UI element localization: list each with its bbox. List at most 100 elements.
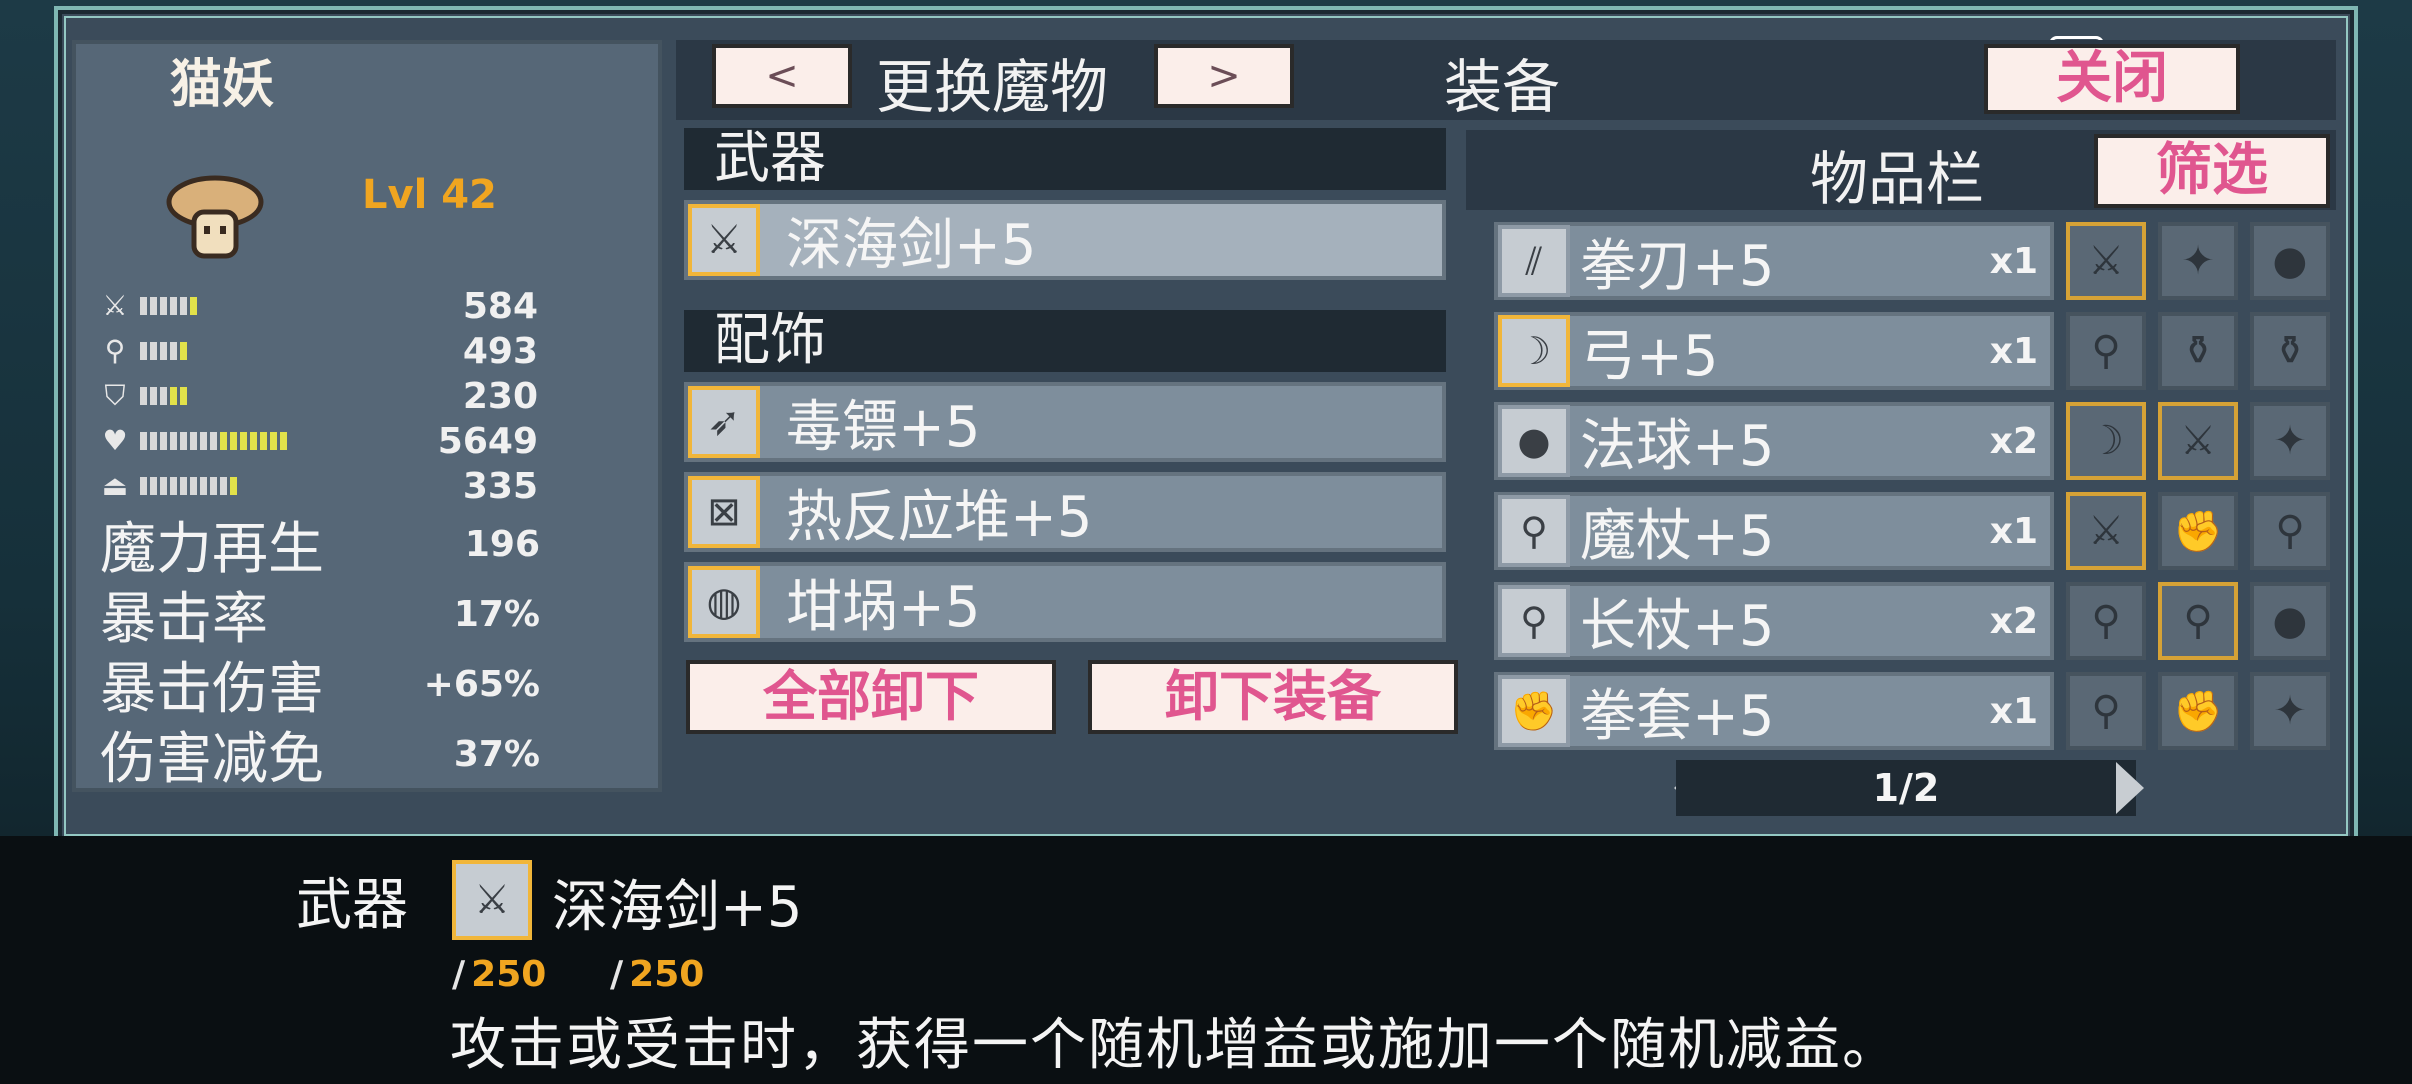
description-text: 攻击或受击时，获得一个随机增益或施加一个随机减益。 bbox=[450, 1013, 1900, 1078]
derived-stat-row: 暴击伤害 +65% bbox=[100, 650, 540, 722]
inventory-grid-cell[interactable]: ● bbox=[2250, 582, 2330, 660]
wand-icon: ⚲ bbox=[2091, 688, 2121, 734]
potion-icon: ⚱ bbox=[2273, 328, 2307, 374]
inventory-item-name: 魔杖+5 bbox=[1580, 503, 1775, 569]
derived-stat-label: 暴击伤害 bbox=[100, 656, 324, 722]
potion-icon: ⚱ bbox=[2181, 328, 2215, 374]
derived-stat-value: 17% bbox=[453, 593, 540, 635]
prev-monster-button[interactable]: < bbox=[712, 44, 852, 108]
inventory-title: 物品栏 bbox=[1810, 145, 1985, 213]
stat-value: 493 bbox=[462, 330, 538, 372]
next-monster-button[interactable]: > bbox=[1154, 44, 1294, 108]
derived-stat-value: 196 bbox=[464, 523, 540, 565]
stat-row: ♥ 5649 bbox=[98, 421, 538, 462]
filter-button[interactable]: 筛选 bbox=[2094, 134, 2330, 208]
inventory-grid-cell[interactable]: ● bbox=[2250, 222, 2330, 300]
unequip-all-button[interactable]: 全部卸下 bbox=[686, 660, 1056, 734]
inventory-grid-cell[interactable]: ⚲ bbox=[2158, 582, 2238, 660]
inventory-grid-cell[interactable]: ⚲ bbox=[2250, 492, 2330, 570]
inventory-grid-cell[interactable]: ⚔ bbox=[2158, 402, 2238, 480]
weapon-slot[interactable]: ⚔ 深海剑+5 bbox=[684, 200, 1446, 280]
inventory-grid-cell[interactable]: ✊ bbox=[2158, 672, 2238, 750]
wand-icon: ⚲ bbox=[2091, 328, 2121, 374]
inventory-grid-cell[interactable]: ☽ bbox=[2066, 402, 2146, 480]
inventory-grid-cell[interactable]: ✦ bbox=[2158, 222, 2238, 300]
dart-icon: ➶ bbox=[688, 386, 760, 458]
accessory-slot[interactable]: ⊠ 热反应堆+5 bbox=[684, 472, 1446, 552]
stat-value: 230 bbox=[462, 375, 538, 417]
inventory-item-count: x1 bbox=[1989, 330, 2038, 372]
inventory-grid-cell[interactable]: ⚱ bbox=[2250, 312, 2330, 390]
gauntlet-icon: ✊ bbox=[2173, 508, 2223, 555]
staff-icon: ⚲ bbox=[104, 334, 126, 367]
weapon-name: 深海剑+5 bbox=[786, 212, 1037, 278]
inventory-item[interactable]: ☽ 弓+5 x1 bbox=[1494, 312, 2054, 390]
staff-icon: ⚲ bbox=[2183, 598, 2213, 644]
inventory-grid-cell[interactable]: ⚱ bbox=[2158, 312, 2238, 390]
attack-stat: /250 bbox=[452, 954, 547, 995]
inventory-grid-cell[interactable]: ✦ bbox=[2250, 672, 2330, 750]
unequip-button[interactable]: 卸下装备 bbox=[1088, 660, 1458, 734]
shuriken-icon: ✦ bbox=[2273, 418, 2307, 464]
inventory-item[interactable]: ● 法球+5 x2 bbox=[1494, 402, 2054, 480]
description-slot-label: 武器 bbox=[296, 873, 408, 938]
derived-stat-row: 魔力再生 196 bbox=[100, 510, 540, 582]
weapon-header: 武器 bbox=[684, 128, 1446, 190]
sword-icon: / bbox=[452, 954, 466, 995]
derived-stat-label: 暴击率 bbox=[100, 586, 268, 652]
inventory-grid-cell[interactable]: ⚔ bbox=[2066, 492, 2146, 570]
next-page-arrow[interactable] bbox=[2116, 762, 2144, 814]
inventory-grid-cell[interactable]: ⚲ bbox=[2066, 312, 2146, 390]
staff-icon: ⚲ bbox=[2091, 598, 2121, 644]
stat-row: ⏏ 335 bbox=[98, 466, 538, 507]
cauldron-icon: ◍ bbox=[688, 566, 760, 638]
sword-icon: ⚔ bbox=[688, 204, 760, 276]
inventory-item-count: x2 bbox=[1989, 600, 2038, 642]
sword-icon: ⚔ bbox=[2088, 238, 2124, 284]
inventory-item[interactable]: ⚲ 长杖+5 x2 bbox=[1494, 582, 2054, 660]
inventory-item-name: 拳刃+5 bbox=[1580, 233, 1775, 299]
inventory-item-name: 拳套+5 bbox=[1580, 683, 1775, 749]
change-monster-label: 更换魔物 bbox=[876, 53, 1109, 121]
stat-value: 584 bbox=[462, 285, 538, 327]
monster-level: Lvl 42 bbox=[362, 172, 497, 218]
claw-icon: ⫽ bbox=[1498, 225, 1570, 297]
sword-icon: ⚔ bbox=[2180, 418, 2216, 464]
accessory-header: 配饰 bbox=[684, 310, 1446, 372]
inventory-grid-cell[interactable]: ⚲ bbox=[2066, 672, 2146, 750]
sword-icon: ⚔ bbox=[102, 289, 128, 322]
derived-stat-label: 伤害减免 bbox=[100, 726, 324, 792]
inventory-grid-cell[interactable]: ✦ bbox=[2250, 402, 2330, 480]
orb-icon: ● bbox=[2272, 598, 2308, 644]
inventory-item[interactable]: ⫽ 拳刃+5 x1 bbox=[1494, 222, 2054, 300]
accessory-slot[interactable]: ◍ 坩埚+5 bbox=[684, 562, 1446, 642]
accessory-name: 毒镖+5 bbox=[786, 394, 981, 460]
stat-bar bbox=[140, 387, 400, 405]
derived-stat-row: 暴击率 17% bbox=[100, 580, 540, 652]
close-button[interactable]: 关闭 bbox=[1984, 44, 2240, 114]
shield-icon: ⛉ bbox=[104, 379, 126, 412]
accessory-name: 热反应堆+5 bbox=[786, 484, 1093, 550]
stat-bar bbox=[140, 342, 400, 360]
sword-icon: ⚔ bbox=[452, 860, 532, 940]
magic-stat: /250 bbox=[610, 954, 705, 995]
stat-bar bbox=[140, 477, 400, 495]
inventory-item-count: x1 bbox=[1989, 510, 2038, 552]
inventory-grid-cell[interactable]: ⚔ bbox=[2066, 222, 2146, 300]
inventory-item-count: x2 bbox=[1989, 420, 2038, 462]
boot-icon: ⏏ bbox=[101, 469, 129, 502]
inventory-item-count: x1 bbox=[1989, 690, 2038, 732]
inventory-grid-cell[interactable]: ⚲ bbox=[2066, 582, 2146, 660]
stat-row: ⛉ 230 bbox=[98, 375, 538, 417]
inventory-item[interactable]: ⚲ 魔杖+5 x1 bbox=[1494, 492, 2054, 570]
inventory-item[interactable]: ✊ 拳套+5 x1 bbox=[1494, 672, 2054, 750]
accessory-slot[interactable]: ➶ 毒镖+5 bbox=[684, 382, 1446, 462]
accessory-name: 坩埚+5 bbox=[786, 574, 981, 640]
orb-icon: ● bbox=[1498, 405, 1570, 477]
staff-icon: ⚲ bbox=[1498, 585, 1570, 657]
page-indicator: 1/2 bbox=[1676, 760, 2136, 816]
derived-stat-label: 魔力再生 bbox=[100, 516, 324, 582]
sword-icon: ⚔ bbox=[2088, 508, 2124, 554]
inventory-grid-cell[interactable]: ✊ bbox=[2158, 492, 2238, 570]
wand-icon: ⚲ bbox=[1498, 495, 1570, 567]
